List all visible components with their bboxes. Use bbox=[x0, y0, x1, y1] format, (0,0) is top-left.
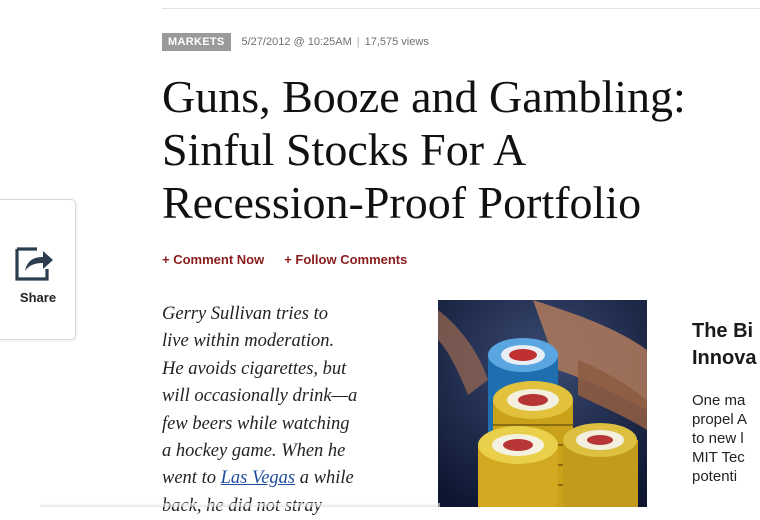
article-timestamp: 5/27/2012 @ 10:25AM bbox=[241, 36, 352, 48]
sidebar-body-line: MIT Tec bbox=[692, 449, 745, 466]
sidebar-title-line: The Bi bbox=[692, 320, 754, 342]
page-fold-shadow bbox=[40, 503, 440, 507]
headline-line: Guns, Booze and Gambling: bbox=[162, 71, 686, 122]
follow-comments-link[interactable]: + Follow Comments bbox=[284, 252, 407, 267]
top-divider bbox=[162, 8, 760, 9]
body-text-fragment: a while bbox=[295, 468, 354, 489]
body-line: live within moderation. bbox=[162, 331, 335, 352]
sidebar-promo[interactable]: The Bi Innova One ma propel A to new l M… bbox=[692, 318, 760, 486]
sidebar-body-line: to new l bbox=[692, 430, 744, 447]
headline-line: Sinful Stocks For A bbox=[162, 124, 527, 175]
headline-line: Recession-Proof Portfolio bbox=[162, 177, 642, 228]
sidebar-promo-title: The Bi Innova bbox=[692, 318, 760, 372]
share-arrow-icon bbox=[15, 247, 53, 281]
body-line: went to Las Vegas a while bbox=[162, 465, 424, 492]
comment-actions: + Comment Now + Follow Comments bbox=[162, 252, 407, 267]
sidebar-title-line: Innova bbox=[692, 347, 757, 369]
article-body: Gerry Sullivan tries to live within mode… bbox=[162, 301, 424, 520]
share-button[interactable]: Share bbox=[0, 199, 76, 340]
body-line: few beers while watching bbox=[162, 413, 350, 434]
casino-chips-photo bbox=[438, 300, 647, 507]
body-line: Gerry Sullivan tries to bbox=[162, 304, 328, 324]
sidebar-body-line: propel A bbox=[692, 411, 748, 428]
comment-now-link[interactable]: + Comment Now bbox=[162, 252, 264, 267]
body-text-fragment: went to bbox=[162, 468, 221, 489]
sidebar-promo-body: One ma propel A to new l MIT Tec potenti bbox=[692, 391, 760, 486]
meta-separator: | bbox=[356, 36, 360, 48]
article-meta: MARKETS 5/27/2012 @ 10:25AM | 17,575 vie… bbox=[162, 33, 429, 51]
article-headline: Guns, Booze and Gambling: Sinful Stocks … bbox=[162, 70, 760, 229]
body-line: He avoids cigarettes, but bbox=[162, 358, 347, 379]
category-badge[interactable]: MARKETS bbox=[162, 33, 231, 51]
las-vegas-link[interactable]: Las Vegas bbox=[221, 468, 296, 488]
sidebar-body-line: potenti bbox=[692, 468, 738, 485]
casino-chips-image bbox=[438, 300, 647, 507]
view-count: 17,575 views bbox=[364, 36, 429, 48]
body-line: a hockey game. When he bbox=[162, 441, 346, 462]
sidebar-body-line: One ma bbox=[692, 392, 746, 409]
share-label: Share bbox=[19, 290, 57, 305]
body-line: will occasionally drink—a bbox=[162, 386, 358, 407]
